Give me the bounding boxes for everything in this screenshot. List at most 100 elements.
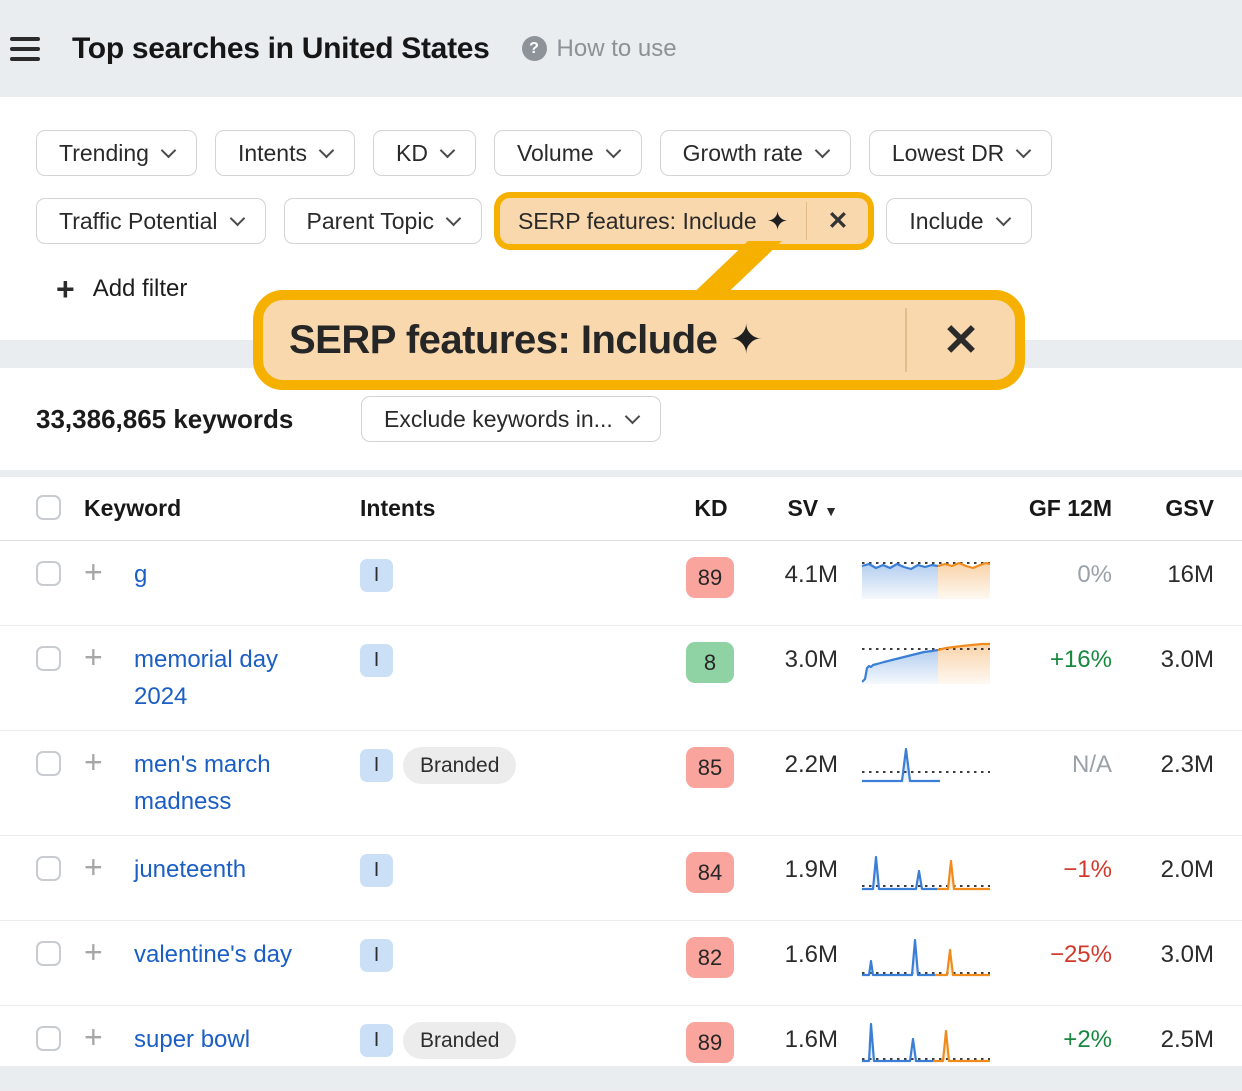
add-keyword-icon[interactable]: + (84, 849, 103, 885)
chevron-down-icon (625, 408, 641, 424)
column-header-kd[interactable]: KD (686, 495, 736, 522)
chevron-down-icon (815, 142, 831, 158)
filter-chip-label: Lowest DR (892, 140, 1004, 167)
column-header-keyword[interactable]: Keyword (84, 495, 360, 522)
kd-badge: 82 (686, 937, 734, 978)
intent-badge-informational: I (360, 939, 393, 972)
sv-value: 2.2M (736, 731, 838, 798)
row-checkbox[interactable] (36, 646, 61, 671)
sv-trend-sparkline (862, 1020, 990, 1064)
filter-chip-parent-topic[interactable]: Parent Topic (284, 198, 482, 244)
add-keyword-icon[interactable]: + (84, 1019, 103, 1055)
filter-chip-label: Parent Topic (307, 208, 434, 235)
filter-chip-lowest-dr[interactable]: Lowest DR (869, 130, 1052, 176)
filter-chip-label: Trending (59, 140, 149, 167)
chevron-down-icon (995, 210, 1011, 226)
sv-trend-sparkline (862, 850, 990, 894)
keyword-link[interactable]: super bowl (134, 1026, 250, 1053)
keyword-link[interactable]: valentine's day (134, 941, 292, 968)
filter-chip-intents[interactable]: Intents (215, 130, 355, 176)
sv-trend-cell (838, 626, 990, 710)
serp-chip-label: SERP features: Include (518, 208, 757, 235)
chevron-down-icon (1016, 142, 1032, 158)
gf-value: −1% (990, 836, 1112, 903)
filter-chip-trending[interactable]: Trending (36, 130, 197, 176)
sv-trend-cell (838, 731, 990, 815)
row-checkbox[interactable] (36, 1026, 61, 1051)
chevron-down-icon (440, 142, 456, 158)
intents-cell: I (360, 626, 686, 692)
add-keyword-icon[interactable]: + (84, 639, 103, 675)
row-checkbox[interactable] (36, 941, 61, 966)
chevron-down-icon (319, 142, 335, 158)
table-row: + super bowl IBranded 89 1.6M +2% 2.5M (0, 1006, 1242, 1091)
gf-value: N/A (990, 731, 1112, 798)
gf-value: −25% (990, 921, 1112, 988)
chevron-down-icon (229, 210, 245, 226)
keyword-link[interactable]: g (134, 561, 147, 588)
how-to-use-label: How to use (557, 35, 677, 63)
intent-badge-informational: I (360, 559, 393, 592)
row-checkbox[interactable] (36, 751, 61, 776)
row-left-pad (0, 921, 36, 951)
filters-row-2: Traffic Potential Parent Topic SERP feat… (36, 198, 1032, 244)
column-header-intents[interactable]: Intents (360, 495, 686, 522)
keyword-link[interactable]: juneteenth (134, 856, 246, 883)
add-filter-button[interactable]: + Add filter (56, 273, 187, 305)
intent-badge-branded: Branded (403, 747, 516, 784)
exclude-keywords-button[interactable]: Exclude keywords in... (361, 396, 661, 442)
table-row: + men's march madness IBranded 85 2.2M N… (0, 731, 1242, 836)
table-row: + juneteenth I 84 1.9M −1% 2.0M (0, 836, 1242, 921)
filter-chip-volume[interactable]: Volume (494, 130, 642, 176)
filter-chip-serp-features[interactable]: SERP features: Include ✦ ✕ (500, 198, 868, 244)
gsv-value: 16M (1112, 541, 1214, 608)
add-keyword-icon[interactable]: + (84, 554, 103, 590)
sort-desc-icon: ▼ (824, 503, 838, 519)
column-header-gsv[interactable]: GSV (1112, 495, 1214, 522)
sv-value: 4.1M (736, 541, 838, 608)
app-header: Top searches in United States ? How to u… (0, 0, 1242, 97)
intents-cell: I Branded (360, 731, 686, 799)
kd-badge: 8 (686, 642, 734, 683)
sv-trend-cell (838, 921, 990, 1005)
add-keyword-icon[interactable]: + (84, 744, 103, 780)
sparkle-icon: ✦ (767, 208, 789, 234)
add-filter-label: Add filter (93, 275, 188, 303)
filter-chip-label: Traffic Potential (59, 208, 218, 235)
intents-cell: I (360, 541, 686, 607)
filter-chip-growth-rate[interactable]: Growth rate (660, 130, 851, 176)
column-header-sv[interactable]: SV▼ (736, 495, 838, 522)
filter-chip-label: Include (909, 208, 983, 235)
callout-label: SERP features: Include (289, 318, 717, 363)
select-all-checkbox[interactable] (36, 495, 61, 520)
gf-value: +2% (990, 1006, 1112, 1073)
sv-trend-sparkline (862, 555, 990, 599)
gsv-value: 3.0M (1112, 921, 1214, 988)
row-left-pad (0, 731, 36, 761)
close-icon[interactable]: ✕ (817, 206, 858, 236)
row-checkbox[interactable] (36, 856, 61, 881)
chip-divider (806, 202, 807, 240)
sv-trend-sparkline (862, 745, 990, 789)
keyword-link[interactable]: memorial day 2024 (134, 646, 278, 710)
gsv-value: 2.0M (1112, 836, 1214, 903)
filters-row-2-pre: Traffic Potential Parent Topic (36, 198, 482, 244)
add-keyword-icon[interactable]: + (84, 934, 103, 970)
intent-badge-informational: I (360, 749, 393, 782)
filter-chip-kd[interactable]: KD (373, 130, 476, 176)
gf-value: +16% (990, 626, 1112, 693)
row-left-pad (0, 626, 36, 656)
menu-icon[interactable] (10, 37, 40, 61)
sv-value: 3.0M (736, 626, 838, 693)
filters-row-1: Trending Intents KD Volume Growth rate L… (36, 130, 1052, 176)
keyword-link[interactable]: men's march madness (134, 751, 271, 815)
intent-badge-branded: Branded (403, 1022, 516, 1059)
column-header-gf[interactable]: GF 12M (990, 495, 1112, 522)
row-checkbox[interactable] (36, 561, 61, 586)
close-icon-button[interactable]: ✕ (907, 314, 1015, 367)
filter-chip-traffic-potential[interactable]: Traffic Potential (36, 198, 266, 244)
how-to-use-link[interactable]: ? How to use (522, 35, 677, 63)
filter-chip-include[interactable]: Include (886, 198, 1031, 244)
sv-trend-cell (838, 541, 990, 625)
sv-value: 1.6M (736, 1006, 838, 1073)
